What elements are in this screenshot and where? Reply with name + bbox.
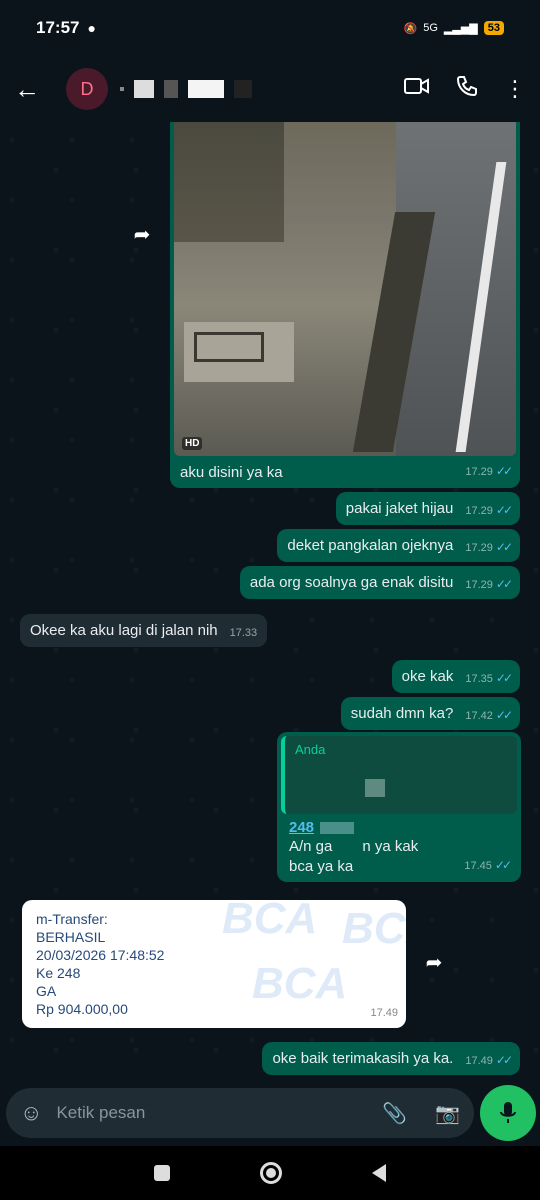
camera-icon[interactable]: 📷 (435, 1101, 460, 1126)
message-time: 17.49 (370, 1007, 398, 1019)
read-ticks-icon: ✓✓ (495, 503, 513, 517)
sidewalk-photo[interactable]: HD (174, 122, 516, 456)
forward-icon[interactable]: ➦ (414, 942, 454, 982)
bca-watermark: BCA (252, 959, 348, 1008)
avatar[interactable]: D (66, 68, 108, 110)
contact-name-redacted[interactable] (120, 80, 252, 98)
more-options-icon[interactable]: ⋮ (504, 76, 526, 102)
mic-button[interactable] (480, 1085, 536, 1141)
message-bubble[interactable]: pakai jaket hijau 17.29 ✓✓ (335, 492, 520, 525)
status-right: 🔕 5G ▂▃▅▇ 53 (404, 21, 504, 35)
bca-watermark: BCA (222, 900, 318, 943)
message-time: 17.42 (465, 710, 493, 722)
message-text: Okee ka aku lagi di jalan nih (30, 622, 218, 639)
read-ticks-icon: ✓✓ (495, 577, 513, 591)
battery-badge: 53 (483, 21, 504, 35)
notification-icon: ● (87, 20, 96, 36)
message-text: deket pangkalan ojeknya (287, 537, 454, 554)
bca-watermark: BCA (342, 904, 406, 953)
header-actions: ⋮ (404, 75, 526, 103)
forward-icon[interactable]: ➦ (122, 214, 162, 254)
redacted-quote (365, 779, 385, 797)
message-bubble[interactable]: oke baik terimakasih ya ka. 17.49 ✓✓ (262, 1042, 520, 1075)
video-call-icon[interactable] (404, 76, 430, 102)
hd-badge: HD (182, 437, 203, 450)
attach-icon[interactable]: 📎 (382, 1101, 407, 1126)
status-time: 17:57 (36, 18, 80, 37)
message-text: oke kak (401, 668, 454, 685)
message-time: 17.29 (465, 542, 493, 554)
sticker-icon[interactable]: ☺ (20, 1100, 42, 1126)
avatar-letter: D (80, 78, 94, 99)
message-text: ada org soalnya ga enak disitu (249, 574, 454, 591)
system-nav-bar (0, 1146, 540, 1200)
message-time: 17.35 (465, 673, 493, 685)
chat-area[interactable]: HD aku disini ya ka 17.29 ✓✓ ➦ pakai jake… (0, 122, 540, 1082)
message-time: 17.29 ✓✓ (465, 464, 513, 478)
message-time: 17.49 (465, 1055, 493, 1067)
back-arrow-icon[interactable]: ← (14, 74, 40, 105)
network-label: 5G (423, 22, 438, 34)
voice-call-icon[interactable] (456, 75, 478, 103)
home-icon[interactable] (260, 1162, 282, 1184)
message-time: 17.29 (465, 579, 493, 591)
receipt-line: m-Transfer: (36, 911, 108, 927)
message-bubble[interactable]: Okee ka aku lagi di jalan nih 17.33 (20, 614, 268, 647)
photo-caption: aku disini ya ka (180, 464, 283, 481)
chat-header: ← D ⋮ (0, 56, 540, 122)
message-bubble[interactable]: sudah dmn ka? 17.42 ✓✓ (340, 697, 520, 730)
status-bar: 17:57 ● 🔕 5G ▂▃▅▇ 53 (0, 0, 540, 56)
receipt-line: BERHASIL (36, 929, 106, 945)
read-ticks-icon: ✓✓ (495, 464, 513, 478)
message-text: sudah dmn ka? (350, 705, 454, 722)
message-time: 17.45 (464, 860, 492, 872)
reply-line-3: bca ya ka (289, 858, 354, 875)
message-time: 17.33 (229, 627, 258, 639)
back-icon[interactable] (372, 1164, 386, 1182)
message-time: 17.29 (465, 505, 493, 517)
message-bubble[interactable]: oke kak 17.35 ✓✓ (391, 660, 520, 693)
account-number-link[interactable]: 248 (289, 818, 509, 837)
quote-author: Anda (295, 742, 326, 757)
read-ticks-icon: ✓✓ (495, 708, 513, 722)
reply-message[interactable]: Anda 248 A/n ga n ya kak bca ya ka 17.45 ✓… (277, 732, 521, 882)
message-bubble[interactable]: deket pangkalan ojeknya 17.29 ✓✓ (277, 529, 520, 562)
message-input-bar[interactable]: ☺ Ketik pesan 📎 📷 (6, 1088, 474, 1138)
mute-icon: 🔕 (403, 22, 418, 35)
message-bubble[interactable]: ada org soalnya ga enak disitu 17.29 ✓✓ (239, 566, 520, 599)
message-text: oke baik terimakasih ya ka. (272, 1050, 454, 1067)
message-input[interactable]: Ketik pesan (56, 1103, 145, 1123)
reply-line-2: A/n ga n ya kak (289, 838, 419, 855)
message-text: pakai jaket hijau (345, 500, 454, 517)
quoted-message[interactable]: Anda (281, 736, 517, 814)
transfer-receipt[interactable]: BCA BCA BCA m-Transfer: BERHASIL 20/03/2… (22, 900, 406, 1028)
signal-icon: ▂▃▅▇ (443, 22, 478, 35)
read-ticks-icon: ✓✓ (495, 671, 513, 685)
photo-message[interactable]: HD aku disini ya ka 17.29 ✓✓ (170, 122, 520, 488)
read-ticks-icon: ✓✓ (495, 540, 513, 554)
read-ticks-icon: ✓✓ (494, 858, 512, 872)
recents-icon[interactable] (154, 1165, 170, 1181)
read-ticks-icon: ✓✓ (495, 1053, 513, 1067)
